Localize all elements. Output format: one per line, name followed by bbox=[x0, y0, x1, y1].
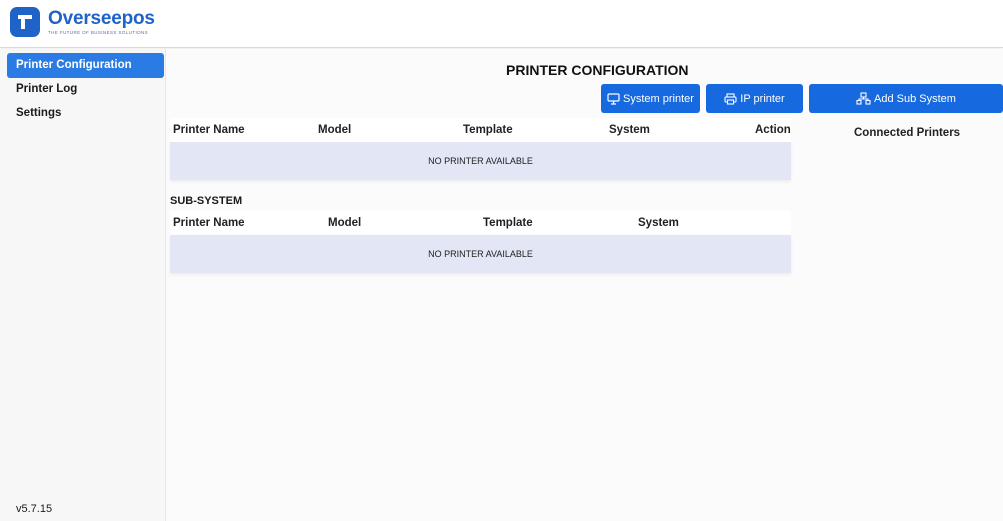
column-header-template: Template bbox=[463, 124, 513, 136]
logo-mark-icon bbox=[10, 7, 40, 37]
top-bar: Overseepos THE FUTURE OF BUSINESS SOLUTI… bbox=[0, 0, 1003, 48]
app-logo[interactable]: Overseepos THE FUTURE OF BUSINESS SOLUTI… bbox=[10, 7, 155, 37]
sub-system-table: Printer Name Model Template System NO PR… bbox=[170, 211, 791, 273]
sub-column-header-system: System bbox=[638, 217, 679, 229]
printers-table-header: Printer Name Model Template System Actio… bbox=[170, 118, 791, 142]
ip-printer-button[interactable]: IP printer bbox=[706, 84, 803, 113]
system-printer-button[interactable]: System printer bbox=[601, 84, 700, 113]
sub-column-header-printer-name: Printer Name bbox=[173, 217, 245, 229]
printers-table: Printer Name Model Template System Actio… bbox=[170, 118, 791, 180]
sidebar-item-printer-configuration[interactable]: Printer Configuration bbox=[7, 53, 164, 78]
app-version: v5.7.15 bbox=[16, 503, 53, 515]
app-name: Overseepos bbox=[48, 8, 155, 29]
connected-printers-title: Connected Printers bbox=[854, 127, 961, 139]
sub-column-header-model: Model bbox=[328, 217, 362, 229]
add-sub-system-label: Add Sub System bbox=[874, 92, 956, 105]
column-header-model: Model bbox=[318, 124, 352, 136]
sub-system-title: SUB-SYSTEM bbox=[170, 195, 243, 207]
system-printer-label: System printer bbox=[623, 92, 694, 105]
sub-system-empty-row: NO PRINTER AVAILABLE bbox=[170, 235, 791, 273]
column-header-system: System bbox=[609, 124, 650, 136]
sidebar-item-printer-log[interactable]: Printer Log bbox=[7, 77, 164, 102]
sidebar: Printer Configuration Printer Log Settin… bbox=[0, 49, 166, 521]
ip-printer-label: IP printer bbox=[740, 92, 785, 105]
sidebar-item-settings[interactable]: Settings bbox=[7, 101, 164, 126]
printer-icon bbox=[724, 92, 737, 105]
column-header-action: Action bbox=[755, 124, 791, 136]
column-header-printer-name: Printer Name bbox=[173, 124, 245, 136]
sub-system-table-header: Printer Name Model Template System bbox=[170, 211, 791, 235]
network-icon bbox=[856, 92, 871, 105]
monitor-icon bbox=[607, 92, 620, 105]
printers-empty-row: NO PRINTER AVAILABLE bbox=[170, 142, 791, 180]
app-tagline: THE FUTURE OF BUSINESS SOLUTIONS bbox=[48, 30, 149, 35]
sub-column-header-template: Template bbox=[483, 217, 533, 229]
page-title: PRINTER CONFIGURATION bbox=[506, 62, 689, 78]
main-content: PRINTER CONFIGURATION System printer IP … bbox=[166, 49, 1003, 521]
add-sub-system-button[interactable]: Add Sub System bbox=[809, 84, 1003, 113]
